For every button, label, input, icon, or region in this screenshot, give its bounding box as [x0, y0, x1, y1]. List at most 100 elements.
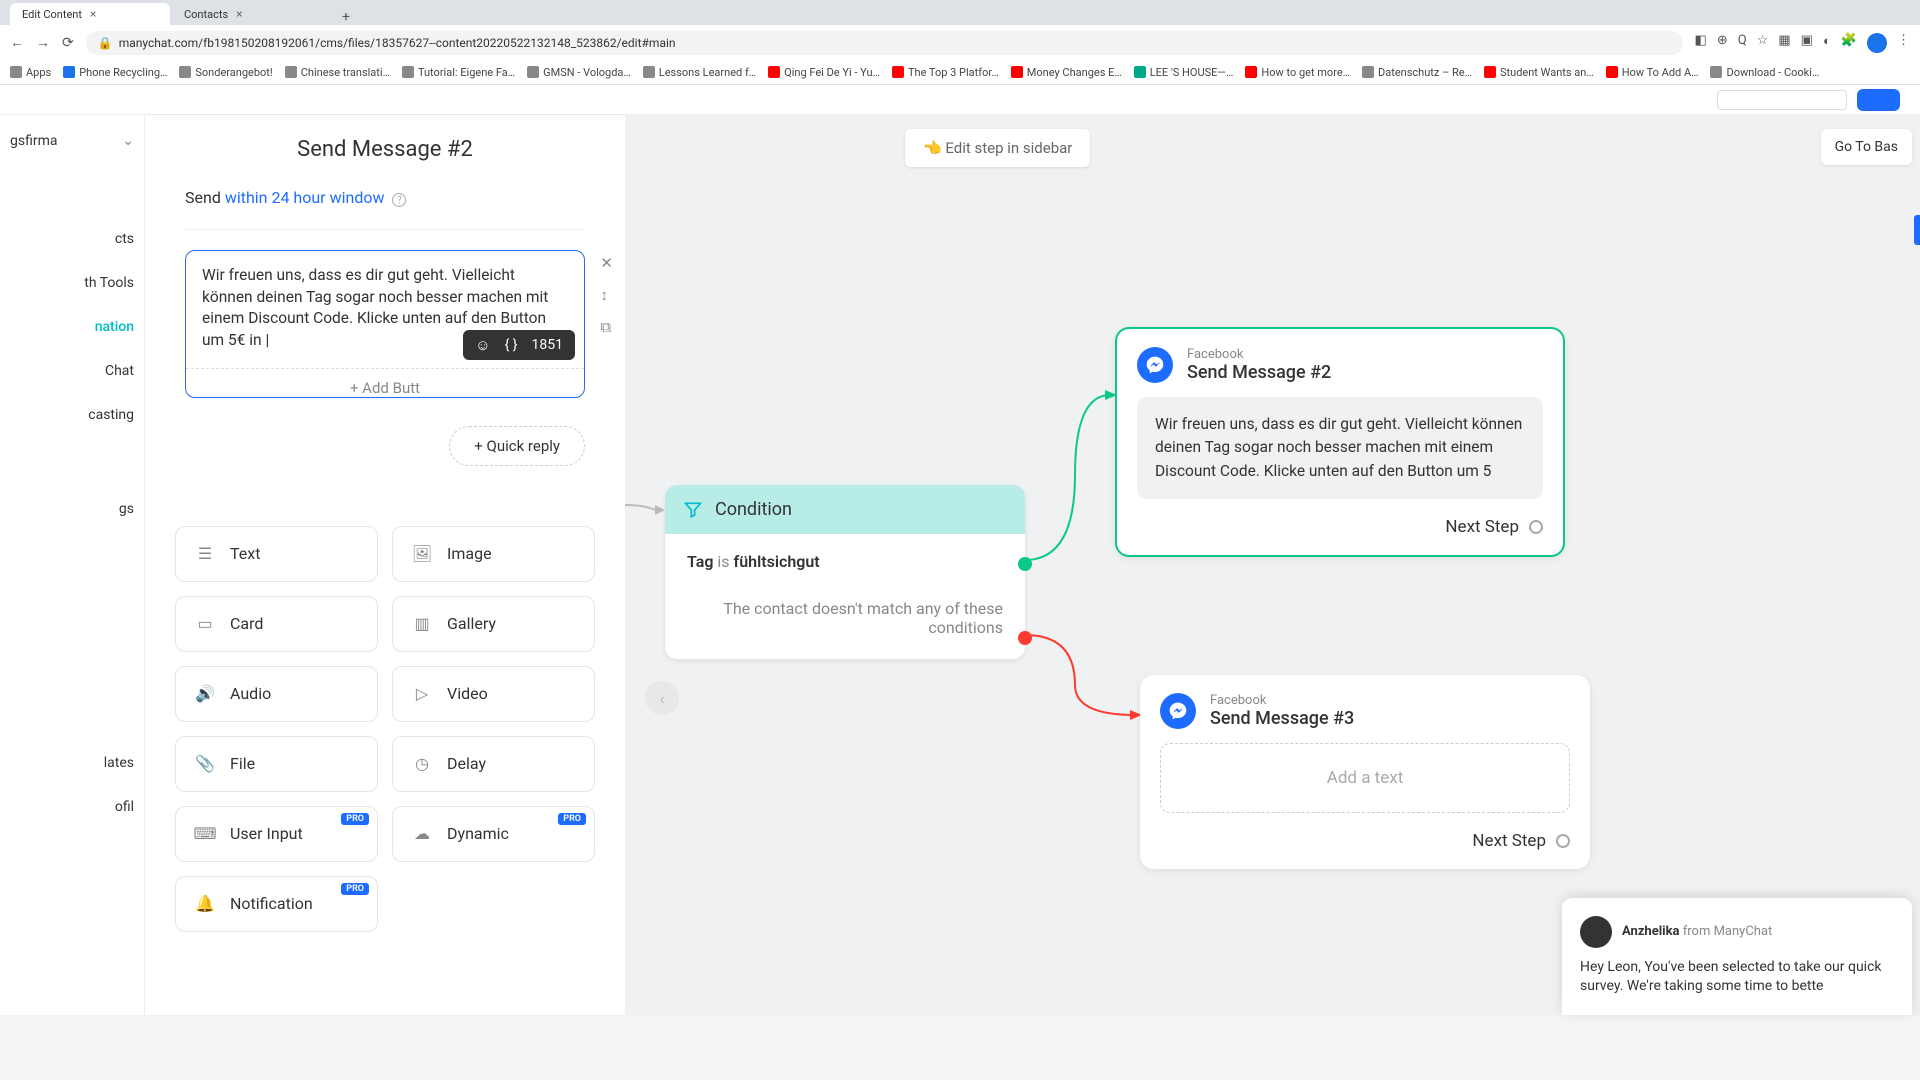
send-timing-row: Send within 24 hour window ?	[185, 170, 585, 225]
browser-tab[interactable]: Contacts ×	[172, 3, 332, 25]
ext-icon[interactable]: ☆	[1757, 33, 1769, 53]
close-icon[interactable]: ×	[236, 7, 242, 21]
bookmark-item[interactable]: Money Changes E…	[1011, 66, 1122, 79]
ext-icon[interactable]: Q	[1738, 33, 1747, 53]
sidebar-item[interactable]: cts	[0, 217, 144, 261]
nav-back-circle[interactable]: ‹	[645, 681, 679, 715]
bookmark-item[interactable]: Qing Fei De Yi - Yu…	[768, 66, 880, 79]
sidebar-item[interactable]: gs	[0, 487, 144, 531]
emoji-button[interactable]: ☺	[475, 336, 490, 354]
block-text[interactable]: ☰Text	[175, 526, 378, 582]
sidebar-item[interactable]: casting	[0, 393, 144, 437]
block-audio[interactable]: 🔊Audio	[175, 666, 378, 722]
gallery-icon: ▥	[411, 613, 433, 635]
back-button[interactable]: ←	[10, 34, 24, 51]
add-text-placeholder[interactable]: Add a text	[1160, 743, 1570, 813]
pro-badge: PRO	[341, 813, 369, 825]
output-port-nomatch[interactable]	[1018, 631, 1032, 645]
bookmark-item[interactable]: The Top 3 Platfor…	[892, 66, 999, 79]
left-sidebar: gsfirma ⌄ cts th Tools nation Chat casti…	[0, 115, 145, 1015]
chevron-down-icon: ⌄	[122, 133, 134, 149]
browser-chrome: Edit Content × Contacts × + ← → ⟳ 🔒 many…	[0, 0, 1920, 85]
profile-avatar[interactable]	[1867, 33, 1887, 53]
ext-icon[interactable]: ▦	[1778, 33, 1790, 53]
bookmark-item[interactable]: Datenschutz – Re…	[1362, 66, 1472, 79]
next-step-row: Next Step	[1160, 813, 1570, 851]
delay-icon: ◷	[411, 753, 433, 775]
ext-icon[interactable]: 🧩	[1841, 33, 1857, 53]
chat-sender-name: Anzhelika	[1622, 924, 1680, 939]
output-port[interactable]	[1529, 520, 1543, 534]
bookmark-item[interactable]: How to get more…	[1245, 66, 1350, 79]
bookmark-item[interactable]: Chinese translati…	[285, 66, 390, 79]
send-timing-link[interactable]: within 24 hour window	[225, 188, 385, 207]
sidebar-item[interactable]: ofil	[0, 785, 144, 829]
info-icon[interactable]: ?	[392, 193, 406, 207]
bookmark-item[interactable]: How To Add A…	[1606, 66, 1699, 79]
block-card[interactable]: ▭Card	[175, 596, 378, 652]
add-quick-reply-button[interactable]: + Quick reply	[449, 426, 585, 466]
primary-action-button[interactable]	[1857, 89, 1900, 111]
message-node-2[interactable]: Facebook Send Message #2 Wir freuen uns,…	[1115, 327, 1565, 557]
variable-button[interactable]: { }	[505, 337, 518, 353]
bookmark-item[interactable]: Tutorial: Eigene Fa…	[402, 66, 515, 79]
filter-icon	[683, 500, 703, 520]
output-port[interactable]	[1556, 834, 1570, 848]
ext-icon[interactable]: ◐	[1823, 33, 1831, 53]
block-notification[interactable]: 🔔NotificationPRO	[175, 876, 378, 932]
ext-icon[interactable]: ⊕	[1717, 33, 1728, 53]
condition-header: Condition	[665, 485, 1025, 534]
duplicate-icon[interactable]: ⧉	[600, 318, 613, 336]
editor-title: Send Message #2	[145, 115, 625, 170]
add-button-label[interactable]: + Add Butt	[186, 368, 584, 397]
workspace-selector[interactable]: gsfirma ⌄	[0, 115, 144, 167]
menu-icon[interactable]: ⋮	[1897, 33, 1910, 53]
block-gallery[interactable]: ▥Gallery	[392, 596, 595, 652]
bookmark-item[interactable]: Apps	[10, 66, 51, 79]
condition-node[interactable]: Condition Tag is fühltsichgut The contac…	[665, 485, 1025, 659]
lock-icon: 🔒	[98, 36, 113, 50]
address-bar[interactable]: 🔒 manychat.com/fb198150208192061/cms/fil…	[86, 31, 1683, 55]
file-icon: 📎	[194, 753, 216, 775]
address-bar-row: ← → ⟳ 🔒 manychat.com/fb198150208192061/c…	[0, 25, 1920, 60]
sidebar-item[interactable]: Chat	[0, 349, 144, 393]
edit-step-sidebar-button[interactable]: 👈 Edit step in sidebar	[905, 129, 1090, 167]
bookmark-item[interactable]: Sonderangebot!	[179, 66, 272, 79]
ext-icon[interactable]: ▣	[1801, 33, 1813, 53]
new-tab-button[interactable]: +	[334, 9, 358, 25]
chat-sender-org: from ManyChat	[1683, 924, 1773, 939]
ext-icon[interactable]: ◧	[1695, 33, 1707, 53]
search-input[interactable]	[1717, 90, 1847, 110]
flow-canvas[interactable]: 👈 Edit step in sidebar Go To Bas ‹ Condi…	[625, 115, 1920, 1015]
close-icon[interactable]: ×	[90, 7, 96, 21]
block-delay[interactable]: ◷Delay	[392, 736, 595, 792]
block-video[interactable]: ▷Video	[392, 666, 595, 722]
pro-badge: PRO	[558, 813, 586, 825]
support-chat-popup[interactable]: Anzhelika from ManyChat Hey Leon, You've…	[1562, 898, 1912, 1015]
text-message-block[interactable]: Wir freuen uns, dass es dir gut geht. Vi…	[185, 250, 585, 398]
go-basic-button[interactable]: Go To Bas	[1821, 129, 1912, 165]
bookmark-item[interactable]: Download - Cooki…	[1710, 66, 1819, 79]
bookmark-item[interactable]: Lessons Learned f…	[643, 66, 756, 79]
block-user-input[interactable]: ⌨User InputPRO	[175, 806, 378, 862]
avatar	[1580, 916, 1612, 948]
drag-handle-icon[interactable]: ↕	[600, 286, 613, 304]
sidebar-item-active[interactable]: nation	[0, 305, 144, 349]
bookmark-item[interactable]: LEE 'S HOUSE—…	[1134, 66, 1234, 79]
browser-tab-active[interactable]: Edit Content ×	[10, 3, 170, 25]
bookmark-item[interactable]: Phone Recycling…	[63, 66, 167, 79]
chat-header: Anzhelika from ManyChat	[1580, 916, 1894, 948]
sidebar-item[interactable]: th Tools	[0, 261, 144, 305]
reload-button[interactable]: ⟳	[62, 35, 74, 51]
block-dynamic[interactable]: ☁DynamicPRO	[392, 806, 595, 862]
bookmark-item[interactable]: Student Wants an…	[1484, 66, 1594, 79]
block-image[interactable]: 🖼Image	[392, 526, 595, 582]
block-type-grid: ☰Text 🖼Image ▭Card ▥Gallery 🔊Audio ▷Vide…	[145, 526, 625, 932]
sidebar-item[interactable]: lates	[0, 741, 144, 785]
block-file[interactable]: 📎File	[175, 736, 378, 792]
close-icon[interactable]: ✕	[600, 254, 613, 272]
message-node-3[interactable]: Facebook Send Message #3 Add a text Next…	[1140, 675, 1590, 869]
bookmark-item[interactable]: GMSN - Vologda…	[527, 66, 631, 79]
output-port-match[interactable]	[1018, 557, 1032, 571]
forward-button[interactable]: →	[36, 34, 50, 51]
